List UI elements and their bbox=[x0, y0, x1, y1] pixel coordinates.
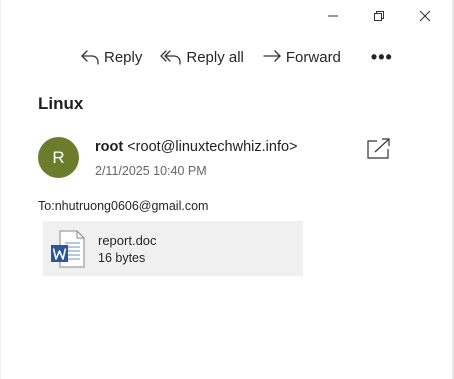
minimize-button[interactable] bbox=[310, 0, 356, 32]
reply-all-button[interactable]: Reply all bbox=[156, 42, 248, 72]
sender-email: <root@linuxtechwhiz.info> bbox=[127, 139, 298, 155]
avatar[interactable]: R bbox=[38, 137, 79, 178]
to-label: To: bbox=[38, 199, 55, 213]
window-controls bbox=[310, 0, 448, 32]
restore-button[interactable] bbox=[356, 0, 402, 32]
minimize-icon bbox=[328, 15, 338, 17]
close-button[interactable] bbox=[402, 0, 448, 32]
message-date: 2/11/2025 10:40 PM bbox=[95, 164, 207, 178]
avatar-initial: R bbox=[52, 147, 65, 167]
sender-name: root bbox=[95, 139, 124, 155]
recipients-line: To:nhutruong0606@gmail.com bbox=[38, 199, 208, 213]
message-toolbar: Reply Reply all Forward ••• bbox=[76, 42, 401, 72]
reply-label: Reply bbox=[104, 48, 143, 66]
forward-button[interactable]: Forward bbox=[258, 42, 345, 72]
attachment-file-name: report.doc bbox=[98, 233, 157, 248]
pop-out-icon bbox=[367, 138, 390, 159]
attachment-card[interactable]: report.doc 16 bytes bbox=[43, 221, 303, 276]
attachment-file-size: 16 bytes bbox=[98, 251, 146, 265]
reply-all-icon bbox=[160, 50, 182, 65]
message-subject: Linux bbox=[38, 94, 84, 113]
sender-line[interactable]: root <root@linuxtechwhiz.info> bbox=[95, 139, 298, 155]
reply-all-label: Reply all bbox=[186, 48, 244, 66]
window-left-border bbox=[0, 0, 1, 379]
more-icon: ••• bbox=[370, 46, 393, 67]
recipient-email[interactable]: nhutruong0606@gmail.com bbox=[55, 199, 209, 213]
forward-icon bbox=[263, 50, 281, 62]
close-icon bbox=[419, 10, 431, 22]
reply-button[interactable]: Reply bbox=[76, 42, 146, 72]
restore-icon bbox=[374, 11, 384, 21]
more-actions-button[interactable]: ••• bbox=[363, 42, 401, 72]
reply-icon bbox=[81, 50, 99, 65]
forward-label: Forward bbox=[285, 48, 341, 66]
open-in-new-window-button[interactable] bbox=[366, 137, 392, 161]
word-document-icon bbox=[51, 230, 85, 268]
